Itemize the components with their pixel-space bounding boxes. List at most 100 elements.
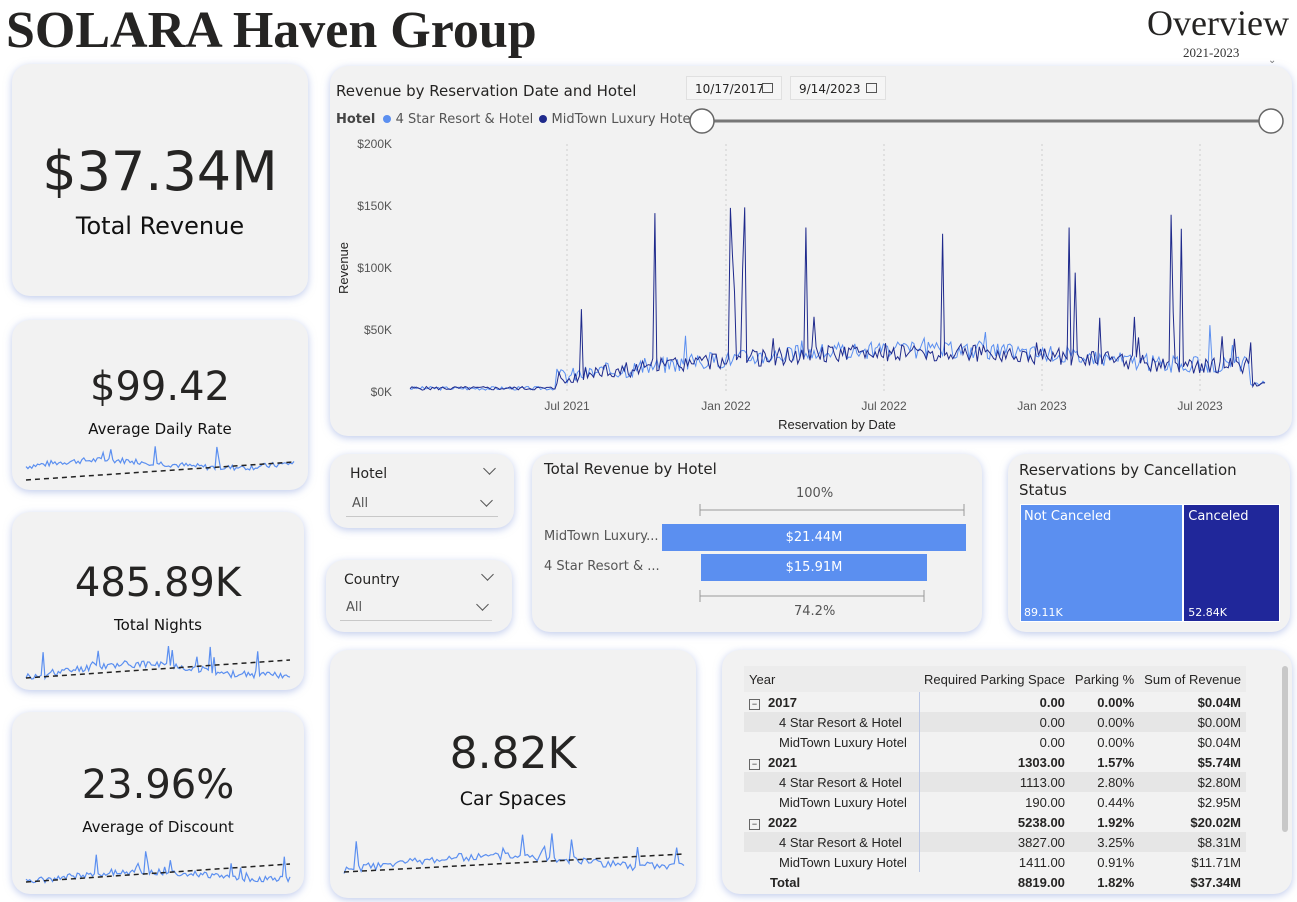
expand-collapse-icon[interactable]: −	[749, 758, 760, 770]
row-header-cell: 4 Star Resort & Hotel	[744, 712, 920, 732]
parking-cell: 1411.00	[1018, 854, 1065, 870]
x-tick-label: Jan 2022	[701, 399, 751, 413]
row-header-cell: −2021	[744, 752, 920, 772]
kpi-card-total-revenue[interactable]: $37.34M Total Revenue	[12, 64, 308, 296]
treemap-cell-canceled[interactable]: Canceled 52.84K	[1183, 504, 1280, 622]
sparkline-series	[25, 851, 291, 884]
page-title: Overview	[1147, 3, 1289, 43]
kpi-card-total-nights[interactable]: 485.89K Total Nights	[12, 512, 304, 690]
parking-matrix-card[interactable]: Year Required Parking Space Parking % Su…	[722, 650, 1292, 894]
row-header-cell: −2022	[744, 812, 920, 832]
treemap-cell-label: Not Canceled	[1024, 509, 1112, 524]
slicer-value: All	[346, 600, 363, 615]
expand-collapse-icon[interactable]: −	[749, 698, 760, 710]
country-dropdown[interactable]: All	[340, 594, 492, 621]
chevron-down-icon[interactable]	[476, 598, 489, 611]
x-tick-label: Jan 2023	[1017, 399, 1067, 413]
chevron-down-icon[interactable]	[480, 494, 493, 507]
series-line-midtown	[409, 207, 1266, 391]
revenue-cell: $0.00M	[1139, 712, 1247, 732]
parking-sparkline	[343, 833, 685, 874]
parking-cell: 3827.00	[919, 832, 1070, 852]
legend-dot-icon	[383, 115, 392, 123]
x-tick-label: Jul 2022	[861, 399, 907, 413]
row-header-cell: MidTown Luxury Hotel	[744, 792, 920, 812]
total-pct: 1.82%	[1097, 874, 1135, 890]
kpi-card-discount[interactable]: 23.96% Average of Discount	[12, 712, 304, 894]
revenue-by-hotel-funnel-card[interactable]: Total Revenue by Hotel 100% MidTown Luxu…	[532, 454, 982, 632]
parking-cell: 1303.00	[1017, 754, 1065, 770]
matrix-child-row[interactable]: MidTown Luxury Hotel 0.00 0.00% $0.04M	[744, 732, 1246, 752]
total-parking: 8819.00	[1017, 874, 1065, 890]
column-header-parking[interactable]: Required Parking Space	[919, 666, 1070, 692]
discount-sparkline	[25, 851, 291, 884]
chevron-down-icon[interactable]	[481, 568, 494, 581]
kpi-value: $99.42	[90, 364, 230, 410]
column-header-parking-pct[interactable]: Parking %	[1070, 666, 1139, 692]
row-label: 4 Star Resort & Hotel	[779, 774, 902, 790]
calendar-icon[interactable]	[762, 83, 773, 93]
kpi-card-adr[interactable]: $99.42 Average Daily Rate	[12, 320, 308, 490]
matrix-child-row[interactable]: MidTown Luxury Hotel 1411.00 0.91% $11.71M	[744, 852, 1246, 872]
country-slicer[interactable]: Country All	[326, 560, 512, 632]
parking-cell: 0.00	[1039, 734, 1065, 750]
kpi-value: 8.82K	[449, 728, 577, 779]
kpi-card-car-spaces[interactable]: 8.82K Car Spaces	[330, 650, 696, 898]
sparkline-series	[25, 646, 291, 681]
parking-pct-cell: 0.91%	[1097, 854, 1135, 870]
hotel-slicer[interactable]: Hotel All	[330, 454, 514, 528]
revenue-cell: $5.74M	[1197, 754, 1242, 770]
row-label: 4 Star Resort & Hotel	[779, 834, 902, 850]
matrix-child-row[interactable]: 4 Star Resort & Hotel 0.00 0.00% $0.00M	[744, 712, 1247, 732]
parking-pct-cell: 0.44%	[1097, 794, 1135, 810]
expand-collapse-icon[interactable]: −	[749, 818, 760, 830]
treemap-cell-value: 89.11K	[1024, 606, 1063, 619]
matrix-child-row[interactable]: MidTown Luxury Hotel 190.00 0.44% $2.95M	[744, 792, 1246, 812]
matrix-group-row[interactable]: −2021 1303.00 1.57% $5.74M	[744, 752, 1246, 772]
funnel-bar-value: $15.91M	[785, 560, 843, 575]
funnel-bar-value: $21.44M	[785, 530, 843, 545]
funnel-bottom-percent: 74.2%	[794, 604, 836, 619]
y-tick-label: $200K	[357, 137, 392, 151]
funnel-bar-midtown[interactable]: $21.44M	[662, 524, 966, 551]
matrix-child-row[interactable]: 4 Star Resort & Hotel 1113.00 2.80% $2.80M	[744, 772, 1247, 792]
funnel-bar-4star[interactable]: $15.91M	[701, 554, 927, 581]
legend-item-4star[interactable]: 4 Star Resort & Hotel	[396, 112, 534, 127]
revenue-line-chart-card[interactable]: Revenue by Reservation Date and Hotel Ho…	[330, 66, 1292, 436]
series-line-4star	[409, 325, 1266, 391]
column-header-year[interactable]: Year	[744, 666, 919, 692]
revenue-cell: $11.71M	[1191, 854, 1242, 870]
hotel-dropdown[interactable]: All	[346, 490, 498, 517]
matrix-child-row[interactable]: 4 Star Resort & Hotel 3827.00 3.25% $8.31M	[744, 832, 1247, 852]
year-range-label: 2021-2023	[1183, 45, 1240, 60]
row-label: MidTown Luxury Hotel	[779, 734, 907, 750]
calendar-icon[interactable]	[866, 83, 877, 93]
column-header-revenue[interactable]: Sum of Revenue	[1139, 666, 1246, 692]
parking-pct-cell: 0.00%	[1097, 734, 1135, 750]
cancellation-treemap-card[interactable]: Reservations by Cancellation Status Not …	[1008, 454, 1290, 632]
row-header-cell: MidTown Luxury Hotel	[744, 852, 920, 872]
date-range-slider[interactable]	[686, 106, 1286, 136]
y-tick-label: $150K	[357, 199, 392, 213]
adr-sparkline	[25, 446, 295, 481]
matrix-group-row[interactable]: −2017 0.00 0.00% $0.04M	[744, 692, 1246, 712]
funnel-label: MidTown Luxury...	[544, 529, 659, 544]
x-tick-label: Jul 2021	[544, 399, 590, 413]
date-to-input[interactable]: 9/14/2023	[790, 76, 886, 100]
treemap-cell-not-canceled[interactable]: Not Canceled 89.11K	[1020, 504, 1184, 622]
revenue-cell: $8.31M	[1139, 832, 1247, 852]
chevron-down-icon[interactable]	[483, 462, 496, 475]
x-tick-label: Jul 2023	[1177, 399, 1223, 413]
matrix-scrollbar[interactable]	[1282, 666, 1288, 832]
slider-handle-start[interactable]	[689, 108, 715, 134]
matrix-group-row[interactable]: −2022 5238.00 1.92% $20.02M	[744, 812, 1246, 832]
date-from-input[interactable]: 10/17/2017	[686, 76, 782, 100]
legend-item-midtown[interactable]: MidTown Luxury Hotel	[552, 112, 695, 127]
chart-title: Total Revenue by Hotel	[544, 460, 717, 478]
chevron-down-icon[interactable]: ⌄	[1268, 55, 1276, 66]
slider-handle-end[interactable]	[1258, 108, 1284, 134]
revenue-line-chart: $200K $150K $100K $50K $0K Jul 2021 Jan 2022 Ju…	[336, 137, 1266, 432]
revenue-cell: $20.02M	[1190, 814, 1242, 830]
revenue-cell: $2.80M	[1139, 772, 1247, 792]
date-to-value: 9/14/2023	[799, 82, 861, 96]
